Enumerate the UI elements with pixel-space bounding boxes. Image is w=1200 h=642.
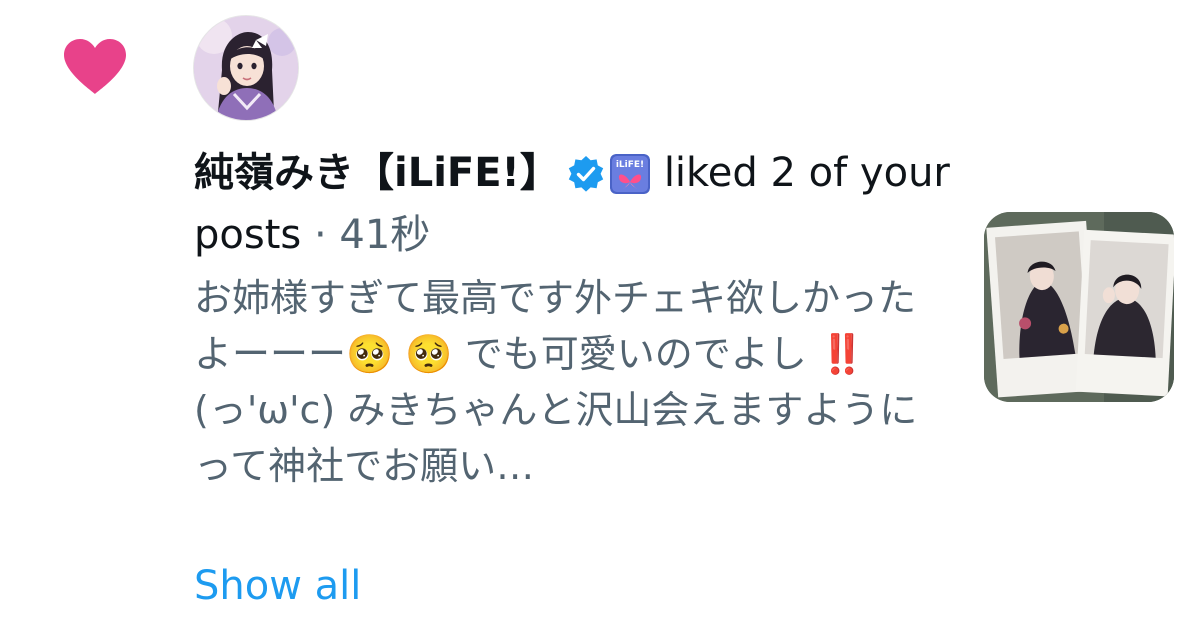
show-all-link[interactable]: Show all <box>194 558 361 614</box>
post-thumbnail-image <box>984 212 1174 402</box>
notification-headline: 純嶺みき【iLiFE!】 iLiFE! liked 2 of your posts … <box>194 142 954 266</box>
verified-badge-icon[interactable] <box>566 154 606 194</box>
like-notification[interactable]: 純嶺みき【iLiFE!】 iLiFE! liked 2 of your posts … <box>0 0 1200 642</box>
heart-icon <box>64 39 126 94</box>
separator-dot: · <box>313 212 327 258</box>
avatar-image <box>194 16 298 120</box>
post-preview-text: お姉様すぎて最高です外チェキ欲しかったよーーー🥺 🥺 でも可愛いのでよし ‼️ … <box>194 276 918 488</box>
user-display-name[interactable]: 純嶺みき【iLiFE!】 <box>194 150 560 196</box>
affiliate-badge-logo-text: iLiFE! <box>616 160 644 170</box>
post-thumbnail[interactable] <box>984 212 1174 402</box>
affiliate-badge-icon[interactable]: iLiFE! <box>609 154 650 194</box>
user-avatar[interactable] <box>194 16 298 120</box>
timestamp: 41秒 <box>339 212 431 258</box>
notification-content[interactable]: 純嶺みき【iLiFE!】 iLiFE! liked 2 of your posts … <box>194 142 954 494</box>
